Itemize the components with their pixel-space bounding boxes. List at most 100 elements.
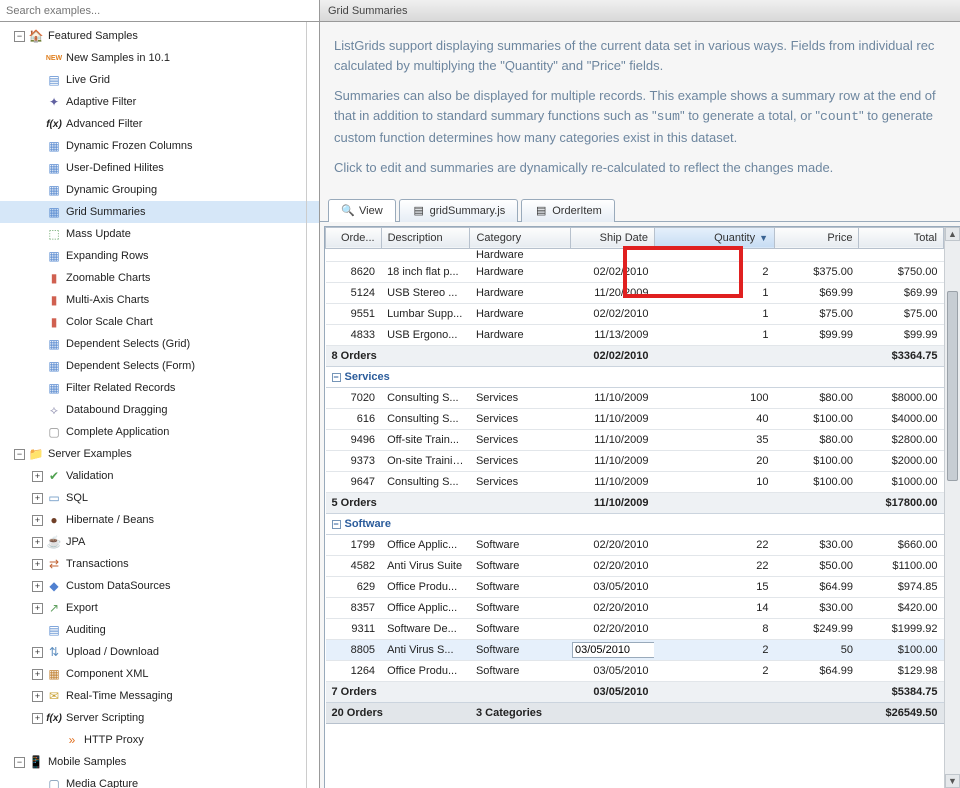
cell: Office Applic...: [381, 597, 470, 618]
tree-item[interactable]: −📁Server Examples: [0, 443, 319, 465]
tree-icon: f(x): [46, 710, 62, 726]
tree-item[interactable]: ▮Color Scale Chart: [0, 311, 319, 333]
table-row[interactable]: 9496Off-site Train...Services11/10/20093…: [326, 429, 944, 450]
tree-item[interactable]: −📱Mobile Samples: [0, 751, 319, 773]
tree-item[interactable]: ⟡Databound Dragging: [0, 399, 319, 421]
table-row[interactable]: 8805Anti Virus S...Software250$100.00: [326, 639, 944, 660]
table-row[interactable]: 5124USB Stereo ...Hardware11/20/20091$69…: [326, 282, 944, 303]
collapse-icon[interactable]: −: [14, 449, 25, 460]
tree-item[interactable]: ✦Adaptive Filter: [0, 91, 319, 113]
tree-item[interactable]: +✔Validation: [0, 465, 319, 487]
tree-item[interactable]: ▦Expanding Rows: [0, 245, 319, 267]
tree-item[interactable]: +◆Custom DataSources: [0, 575, 319, 597]
expand-icon[interactable]: +: [32, 493, 43, 504]
table-row[interactable]: 9647Consulting S...Services11/10/200910$…: [326, 471, 944, 492]
tree-item[interactable]: +⇄Transactions: [0, 553, 319, 575]
table-row[interactable]: 9311Software De...Software02/20/20108$24…: [326, 618, 944, 639]
tree-item[interactable]: −🏠Featured Samples: [0, 25, 319, 47]
scroll-down-icon[interactable]: ▼: [945, 774, 960, 788]
expand-icon[interactable]: +: [32, 713, 43, 724]
tree-item[interactable]: +f(x)Server Scripting: [0, 707, 319, 729]
table-row[interactable]: 4582Anti Virus SuiteSoftware02/20/201022…: [326, 555, 944, 576]
column-header[interactable]: Description: [381, 227, 470, 248]
column-header[interactable]: Quantity▼: [654, 227, 774, 248]
scrollbar-vertical[interactable]: ▲ ▼: [944, 227, 960, 788]
tree-item[interactable]: +▭SQL: [0, 487, 319, 509]
expand-icon[interactable]: +: [32, 647, 43, 658]
table-row[interactable]: 4833USB Ergono...Hardware11/13/20091$99.…: [326, 324, 944, 345]
expand-icon[interactable]: +: [32, 559, 43, 570]
tree-item[interactable]: +↗Export: [0, 597, 319, 619]
column-header[interactable]: Orde...: [326, 227, 382, 248]
cell: $69.99: [775, 282, 859, 303]
cell: $1000.00: [859, 471, 944, 492]
collapse-icon[interactable]: −: [332, 373, 341, 382]
expand-icon[interactable]: +: [32, 537, 43, 548]
tree-item[interactable]: +☕JPA: [0, 531, 319, 553]
column-header[interactable]: Category: [470, 227, 570, 248]
cell: [775, 492, 859, 513]
expand-icon[interactable]: +: [32, 691, 43, 702]
date-input[interactable]: [572, 642, 654, 658]
tab[interactable]: ▤OrderItem: [521, 199, 615, 222]
table-row[interactable]: 1264Office Produ...Software03/05/20102$6…: [326, 660, 944, 681]
search-input[interactable]: [0, 0, 319, 21]
tree-item[interactable]: ▢Media Capture: [0, 773, 319, 788]
table-row[interactable]: 862018 inch flat p...Hardware02/02/20102…: [326, 261, 944, 282]
expand-icon[interactable]: +: [32, 515, 43, 526]
column-header[interactable]: Total: [859, 227, 944, 248]
scroll-up-icon[interactable]: ▲: [945, 227, 960, 241]
tab[interactable]: 🔍View: [328, 199, 396, 222]
cell: $249.99: [775, 618, 859, 639]
tree-item[interactable]: ▮Zoomable Charts: [0, 267, 319, 289]
cell: 11/20/2009: [570, 282, 654, 303]
expand-icon[interactable]: +: [32, 471, 43, 482]
tree-icon: ●: [46, 512, 62, 528]
tree-icon: ▦: [46, 138, 62, 154]
collapse-icon[interactable]: −: [332, 520, 341, 529]
tree-item[interactable]: +●Hibernate / Beans: [0, 509, 319, 531]
collapse-icon[interactable]: −: [14, 757, 25, 768]
table-row[interactable]: 9551Lumbar Supp...Hardware02/02/20101$75…: [326, 303, 944, 324]
tree-item[interactable]: NEWNew Samples in 10.1: [0, 47, 319, 69]
table-row[interactable]: 7020Consulting S...Services11/10/2009100…: [326, 387, 944, 408]
tree-item[interactable]: +✉Real-Time Messaging: [0, 685, 319, 707]
tree-item[interactable]: ▦Dependent Selects (Grid): [0, 333, 319, 355]
tree-label: Featured Samples: [48, 30, 138, 42]
expand-icon[interactable]: +: [32, 669, 43, 680]
group-header-row[interactable]: −Services: [326, 366, 944, 387]
table-row[interactable]: 616Consulting S...Services11/10/200940$1…: [326, 408, 944, 429]
tree-item[interactable]: ▤Live Grid: [0, 69, 319, 91]
tree-item[interactable]: +▦Component XML: [0, 663, 319, 685]
cell: 11/13/2009: [570, 324, 654, 345]
table-row[interactable]: 9373On-site TrainingServices11/10/200920…: [326, 450, 944, 471]
cell: 2: [654, 660, 774, 681]
tree-item[interactable]: ▦Dynamic Grouping: [0, 179, 319, 201]
table-row[interactable]: 1799Office Applic...Software02/20/201022…: [326, 534, 944, 555]
tree-item[interactable]: ▦User-Defined Hilites: [0, 157, 319, 179]
tree-item[interactable]: ▮Multi-Axis Charts: [0, 289, 319, 311]
tree-item[interactable]: ▤Auditing: [0, 619, 319, 641]
tree-item[interactable]: ⬚Mass Update: [0, 223, 319, 245]
table-row[interactable]: 8357Office Applic...Software02/20/201014…: [326, 597, 944, 618]
tree-item[interactable]: ▦Dynamic Frozen Columns: [0, 135, 319, 157]
cell: $100.00: [859, 639, 944, 660]
tree-item[interactable]: ▦Dependent Selects (Form): [0, 355, 319, 377]
tab[interactable]: ▤gridSummary.js: [399, 199, 519, 222]
tree-item[interactable]: f(x)Advanced Filter: [0, 113, 319, 135]
cell: 03/05/2010: [570, 681, 654, 702]
column-header[interactable]: Ship Date: [570, 227, 654, 248]
group-header-row[interactable]: −Software: [326, 513, 944, 534]
tree-item[interactable]: ▦Filter Related Records: [0, 377, 319, 399]
expand-icon[interactable]: +: [32, 581, 43, 592]
tree-item[interactable]: »HTTP Proxy: [0, 729, 319, 751]
column-header[interactable]: Price: [775, 227, 859, 248]
table-row[interactable]: 629Office Produ...Software03/05/201015$6…: [326, 576, 944, 597]
tree-item[interactable]: ▦Grid Summaries: [0, 201, 319, 223]
tree-label: Upload / Download: [66, 646, 159, 658]
scroll-thumb[interactable]: [947, 291, 958, 481]
tree-item[interactable]: +⇅Upload / Download: [0, 641, 319, 663]
expand-icon[interactable]: +: [32, 603, 43, 614]
collapse-icon[interactable]: −: [14, 31, 25, 42]
tree-item[interactable]: ▢Complete Application: [0, 421, 319, 443]
